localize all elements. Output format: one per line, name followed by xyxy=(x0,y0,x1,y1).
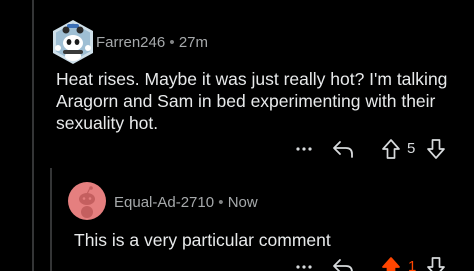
thread-line[interactable] xyxy=(32,0,34,271)
vote-count: 5 xyxy=(407,140,416,157)
reply-vote-count: 1 xyxy=(408,258,417,271)
reply-downvote-icon[interactable] xyxy=(426,256,446,271)
more-options-icon[interactable] xyxy=(295,140,313,158)
reply-thread-line[interactable] xyxy=(50,168,52,271)
reply-meta: Equal-Ad-2710 • Now xyxy=(114,194,258,211)
default-snoo-avatar-icon xyxy=(68,182,106,220)
comment-meta: Farren246 • 27m xyxy=(96,34,208,51)
reply-user-avatar[interactable] xyxy=(68,182,106,220)
reply-body: This is a very particular comment xyxy=(74,230,331,250)
reply-more-options-icon[interactable] xyxy=(295,258,313,271)
upvote-icon[interactable] xyxy=(381,138,401,160)
downvote-icon[interactable] xyxy=(426,138,446,160)
user-avatar[interactable] xyxy=(50,18,96,64)
reply-upvote-icon[interactable] xyxy=(381,256,401,271)
meta-separator: • xyxy=(169,34,175,51)
reply-reply-icon[interactable] xyxy=(332,257,354,271)
comment-timestamp: 27m xyxy=(178,34,209,51)
comment-body: Heat rises. Maybe it was just really hot… xyxy=(56,69,448,133)
reply-meta-separator: • xyxy=(218,194,224,211)
snoo-avatar-icon xyxy=(53,20,93,64)
reply-username-link[interactable]: Equal-Ad-2710 xyxy=(114,194,214,211)
reply-icon[interactable] xyxy=(332,139,354,159)
reply-timestamp: Now xyxy=(227,194,258,211)
username-link[interactable]: Farren246 xyxy=(96,34,165,51)
